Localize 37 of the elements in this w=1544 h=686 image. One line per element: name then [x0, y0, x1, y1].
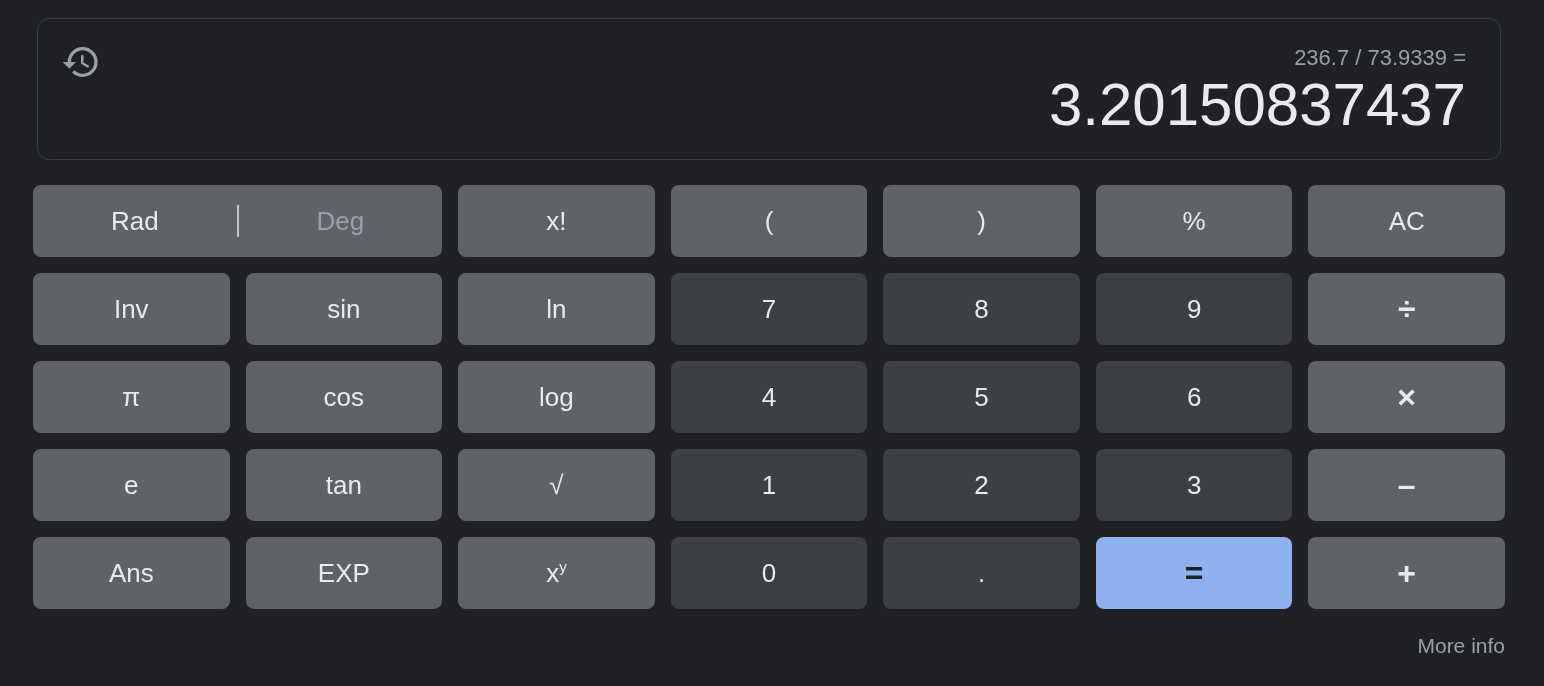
function-key[interactable]: sin [245, 273, 443, 345]
function-key[interactable]: EXP [245, 537, 443, 609]
function-key[interactable]: AC [1308, 185, 1505, 257]
function-key[interactable]: √ [458, 449, 655, 521]
digit-key[interactable]: 0 [670, 537, 868, 609]
angle-mode-option[interactable]: Rad [33, 185, 237, 257]
function-key[interactable]: x! [458, 185, 655, 257]
digit-key[interactable]: 8 [883, 273, 1080, 345]
digit-key[interactable]: 1 [670, 449, 868, 521]
operator-key[interactable]: ÷ [1308, 273, 1505, 345]
operator-key[interactable]: × [1308, 361, 1505, 433]
function-key[interactable]: tan [245, 449, 443, 521]
digit-key[interactable]: 9 [1095, 273, 1293, 345]
expression-text: 236.7 / 73.9339 = [1294, 45, 1466, 71]
operator-key[interactable]: – [1308, 449, 1505, 521]
digit-key[interactable]: 3 [1095, 449, 1293, 521]
function-key[interactable]: ) [883, 185, 1080, 257]
result-text: 3.20150837437 [1048, 73, 1466, 137]
function-key[interactable]: e [33, 449, 230, 521]
function-key[interactable]: ( [670, 185, 868, 257]
digit-key[interactable]: 7 [670, 273, 868, 345]
function-key[interactable]: cos [245, 361, 443, 433]
more-info-link[interactable]: More info [1417, 634, 1505, 658]
function-key[interactable]: Inv [33, 273, 230, 345]
function-key[interactable]: π [33, 361, 230, 433]
digit-key[interactable]: 5 [883, 361, 1080, 433]
function-key[interactable]: ln [458, 273, 655, 345]
digit-key[interactable]: 6 [1095, 361, 1293, 433]
digit-key[interactable]: 4 [670, 361, 868, 433]
equals-key[interactable]: = [1095, 537, 1293, 609]
digit-key[interactable]: 2 [883, 449, 1080, 521]
function-key[interactable]: Ans [33, 537, 230, 609]
function-key[interactable]: log [458, 361, 655, 433]
digit-key[interactable]: . [883, 537, 1080, 609]
operator-key[interactable]: + [1308, 537, 1505, 609]
function-key[interactable]: % [1095, 185, 1293, 257]
function-key[interactable]: x$^{y}$ [458, 537, 655, 609]
